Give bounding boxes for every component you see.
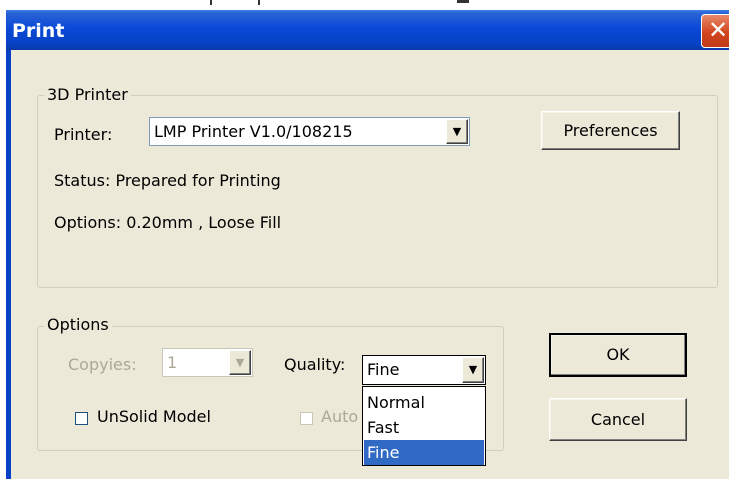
close-icon: ✕ [707, 16, 729, 44]
printer-label: Printer: [54, 125, 113, 144]
background-strip [0, 0, 729, 10]
background-mark [258, 0, 260, 5]
window-title: Print [12, 20, 65, 42]
printer-select-value: LMP Printer V1.0/108215 [154, 122, 353, 141]
background-mark [457, 0, 469, 3]
status-text: Status: Prepared for Printing [54, 171, 281, 190]
options-group-legend: Options [44, 315, 112, 334]
quality-dropdown-list: Normal Fast Fine [362, 386, 486, 466]
chevron-down-icon: ▼ [468, 363, 478, 376]
ok-button[interactable]: OK [549, 333, 687, 377]
close-button[interactable]: ✕ [701, 14, 729, 48]
cancel-button[interactable]: Cancel [549, 398, 687, 441]
preferences-button-label: Preferences [563, 121, 658, 140]
options-text: Options: 0.20mm , Loose Fill [54, 213, 282, 232]
unsolid-model-label[interactable]: UnSolid Model [97, 407, 211, 426]
copies-dropdown-button[interactable]: ▼ [229, 350, 251, 375]
copies-label: Copyies: [68, 355, 137, 374]
quality-option-fine[interactable]: Fine [364, 440, 484, 465]
printer-dropdown-button[interactable]: ▼ [446, 119, 468, 144]
title-bar[interactable] [6, 10, 729, 50]
background-mark [210, 0, 212, 5]
auto-checkbox[interactable] [300, 412, 313, 425]
copies-select-value: 1 [167, 353, 178, 372]
printer-select[interactable]: LMP Printer V1.0/108215 [149, 117, 470, 146]
quality-label: Quality: [284, 355, 346, 374]
quality-select-value: Fine [367, 360, 400, 379]
quality-option-normal[interactable]: Normal [364, 390, 484, 415]
quality-dropdown-button[interactable]: ▼ [462, 357, 484, 383]
quality-option-fast[interactable]: Fast [364, 415, 484, 440]
preferences-button[interactable]: Preferences [541, 111, 680, 150]
cancel-button-label: Cancel [590, 410, 646, 429]
printer-group-legend: 3D Printer [44, 85, 131, 104]
chevron-down-icon: ▼ [235, 356, 245, 369]
unsolid-model-checkbox[interactable] [75, 412, 88, 425]
auto-label: Auto [321, 407, 359, 426]
chevron-down-icon: ▼ [452, 125, 462, 138]
ok-button-label: OK [606, 345, 630, 364]
